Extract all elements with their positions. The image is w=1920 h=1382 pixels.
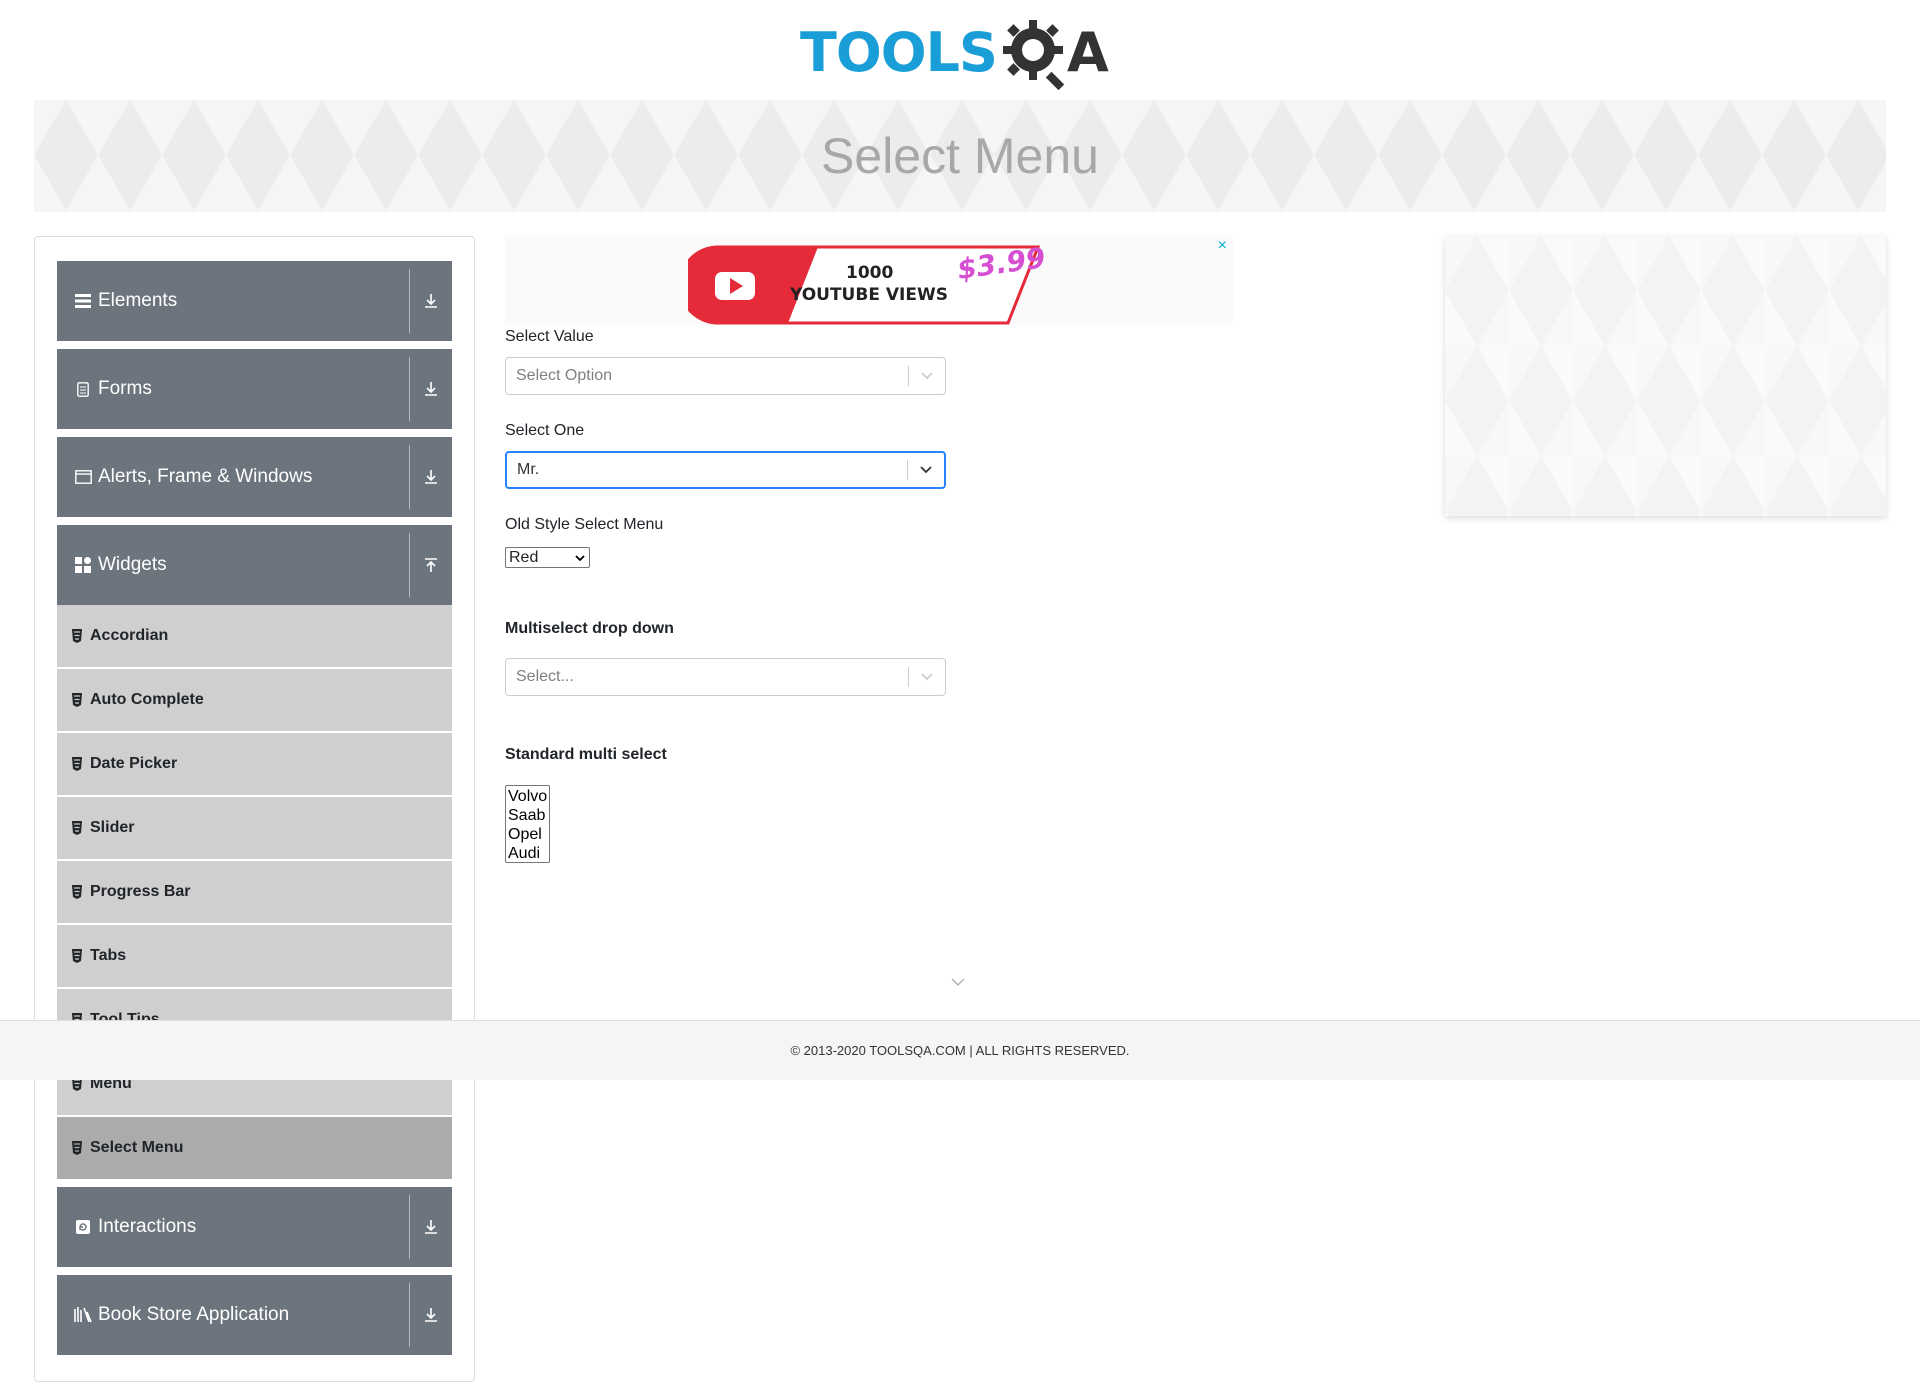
sidebar-group-label: Elements [98, 290, 178, 311]
close-icon[interactable]: × [1218, 237, 1227, 255]
divider [409, 533, 410, 597]
logo-a-text: A [1066, 21, 1109, 84]
sidebar-group-label: Alerts, Frame & Windows [98, 466, 313, 487]
sidebar-group-elements[interactable]: Elements [57, 261, 452, 341]
document-icon [74, 380, 92, 398]
chevron-down-icon[interactable] [909, 672, 945, 682]
divider [409, 269, 410, 333]
sidebar-item-label: Date Picker [90, 755, 178, 772]
collapse-arrow-icon[interactable] [418, 525, 444, 605]
expand-arrow-icon[interactable] [418, 261, 444, 341]
html5-icon [71, 693, 83, 707]
books-icon [74, 1306, 92, 1324]
multiselect-dropdown[interactable]: Select... [505, 658, 946, 696]
multi-select-option[interactable]: Audi [508, 844, 547, 863]
sidebar-item-label: Accordian [90, 627, 169, 644]
expand-arrow-icon[interactable] [418, 1187, 444, 1267]
sidebar-group-widgets[interactable]: Widgets [57, 525, 452, 605]
select-one-label: Select One [505, 422, 585, 439]
sidebar: Elements Forms Alerts, Frame & Windows W… [34, 236, 475, 1382]
sidebar-group-alerts[interactable]: Alerts, Frame & Windows [57, 437, 452, 517]
standard-multi-select[interactable]: Volvo Saab Opel Audi [505, 785, 550, 863]
chevron-down-icon[interactable] [908, 465, 944, 475]
html5-icon [71, 821, 83, 835]
sidebar-group-label: Forms [98, 378, 152, 399]
html5-icon [71, 629, 83, 643]
old-style-select-value: Red [509, 548, 539, 566]
divider [409, 1195, 410, 1259]
chevron-down-icon[interactable] [909, 371, 945, 381]
interact-icon [74, 1218, 92, 1236]
page-footer: © 2013-2020 TOOLSQA.COM | ALL RIGHTS RES… [0, 1020, 1920, 1080]
sidebar-group-forms[interactable]: Forms [57, 349, 452, 429]
old-style-select-label: Old Style Select Menu [505, 516, 664, 533]
chevron-down-icon [575, 551, 585, 569]
widgets-submenu: Accordian Auto Complete Date Picker Slid… [57, 605, 452, 1179]
logo-tools-text: TOOLS [800, 21, 998, 84]
ad-line2: YOUTUBE VIEWS [790, 285, 948, 305]
page-banner: Select Menu [34, 100, 1886, 212]
html5-icon [71, 1141, 83, 1155]
sidebar-group-book-store[interactable]: Book Store Application [57, 1275, 452, 1355]
page-title: Select Menu [821, 128, 1099, 184]
multi-select-option[interactable]: Volvo [508, 787, 547, 806]
html5-icon [71, 885, 83, 899]
expand-arrow-icon[interactable] [418, 349, 444, 429]
select-value-placeholder: Select Option [516, 367, 613, 384]
ad-line1: 1000 [846, 263, 894, 283]
sidebar-item-label: Progress Bar [90, 883, 191, 900]
divider [409, 1283, 410, 1347]
advertisement-banner[interactable]: 1000 YOUTUBE VIEWS $3.99 × [505, 235, 1233, 325]
window-icon [74, 468, 92, 486]
sidebar-item-date-picker[interactable]: Date Picker [57, 733, 452, 795]
chevron-down-icon [950, 974, 966, 992]
grid-icon [74, 556, 92, 574]
hamburger-icon [74, 292, 92, 310]
multiselect-placeholder: Select... [516, 668, 574, 685]
expand-arrow-icon[interactable] [418, 437, 444, 517]
sidebar-item-label: Auto Complete [90, 691, 204, 708]
sidebar-item-label: Slider [90, 819, 135, 836]
multi-select-option[interactable]: Saab [508, 806, 547, 825]
old-style-select[interactable]: Red [505, 547, 590, 568]
sidebar-group-interactions[interactable]: Interactions [57, 1187, 452, 1267]
side-advertisement[interactable] [1445, 236, 1886, 516]
sidebar-item-select-menu[interactable]: Select Menu [57, 1117, 452, 1179]
divider [409, 357, 410, 421]
sidebar-item-accordian[interactable]: Accordian [57, 605, 452, 667]
html5-icon [71, 949, 83, 963]
toolsqa-logo[interactable]: TOOLS A [800, 14, 1125, 92]
sidebar-item-label: Select Menu [90, 1139, 184, 1156]
expand-arrow-icon[interactable] [418, 1275, 444, 1355]
multi-select-option[interactable]: Opel [508, 825, 547, 844]
select-value-dropdown[interactable]: Select Option [505, 357, 946, 395]
sidebar-group-label: Widgets [98, 554, 167, 575]
standard-multi-select-label: Standard multi select [505, 746, 667, 763]
select-one-dropdown[interactable]: Mr. [505, 451, 946, 489]
divider [409, 445, 410, 509]
html5-icon [71, 757, 83, 771]
sidebar-item-progress-bar[interactable]: Progress Bar [57, 861, 452, 923]
footer-copyright: © 2013-2020 TOOLSQA.COM | ALL RIGHTS RES… [790, 1043, 1130, 1058]
gear-q-icon [1002, 20, 1065, 90]
sidebar-item-tabs[interactable]: Tabs [57, 925, 452, 987]
sidebar-group-label: Book Store Application [98, 1304, 290, 1325]
sidebar-item-slider[interactable]: Slider [57, 797, 452, 859]
multiselect-label: Multiselect drop down [505, 620, 674, 637]
sidebar-item-label: Tabs [90, 947, 127, 964]
sidebar-group-label: Interactions [98, 1216, 197, 1237]
sidebar-item-auto-complete[interactable]: Auto Complete [57, 669, 452, 731]
select-one-value: Mr. [517, 461, 540, 478]
select-value-label: Select Value [505, 328, 594, 345]
